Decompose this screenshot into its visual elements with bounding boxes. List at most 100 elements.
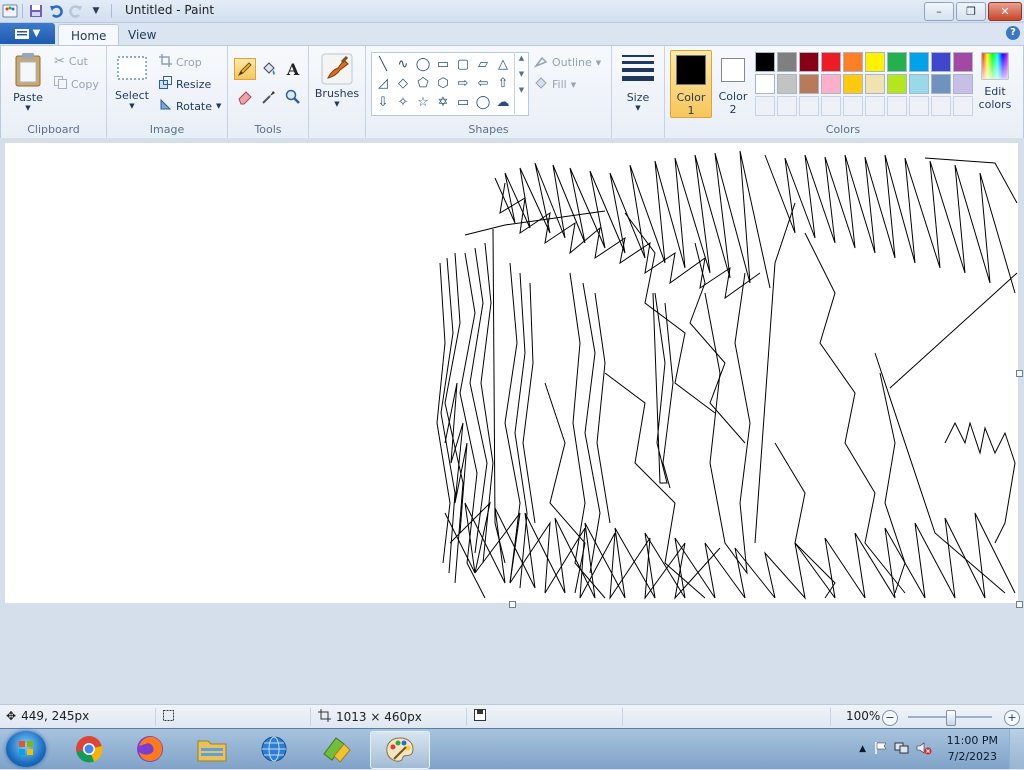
- palette-custom-swatch[interactable]: [887, 96, 907, 116]
- copy-button[interactable]: Copy: [54, 76, 99, 92]
- redo-icon[interactable]: [67, 2, 85, 20]
- zoom-in-button[interactable]: +: [1004, 710, 1020, 726]
- select-button[interactable]: Select ▼: [113, 54, 151, 110]
- palette-swatch[interactable]: [755, 74, 775, 94]
- scroll-up-icon[interactable]: ▲: [515, 54, 528, 62]
- volume-muted-icon[interactable]: [916, 741, 932, 758]
- action-center-flag-icon[interactable]: [874, 741, 888, 758]
- scroll-down-icon[interactable]: ▼: [515, 70, 528, 78]
- palette-swatch[interactable]: [931, 74, 951, 94]
- pencil-icon[interactable]: [234, 58, 256, 80]
- magnifier-icon[interactable]: [282, 86, 304, 108]
- palette-swatch[interactable]: [931, 52, 951, 72]
- text-icon[interactable]: A: [282, 58, 304, 80]
- zoom-out-button[interactable]: −: [882, 710, 898, 726]
- eraser-icon[interactable]: [234, 86, 256, 108]
- palette-swatch[interactable]: [887, 52, 907, 72]
- resize-handle-bottom[interactable]: [509, 601, 516, 608]
- palette-swatch[interactable]: [799, 74, 819, 94]
- rectangle-shape-icon[interactable]: ▭: [434, 55, 452, 73]
- palette-swatch[interactable]: [777, 74, 797, 94]
- palette-swatch[interactable]: [865, 52, 885, 72]
- palette-swatch[interactable]: [755, 52, 775, 72]
- brushes-button[interactable]: Brushes ▼: [313, 52, 361, 108]
- palette-custom-swatch[interactable]: [777, 96, 797, 116]
- resize-button[interactable]: Resize: [159, 76, 211, 92]
- color-picker-icon[interactable]: [258, 86, 280, 108]
- save-icon[interactable]: [27, 2, 45, 20]
- rounded-callout-shape-icon[interactable]: ▭: [454, 93, 472, 111]
- size-button[interactable]: Size ▼: [618, 52, 658, 112]
- show-desktop-button[interactable]: [1009, 729, 1024, 769]
- undo-icon[interactable]: [47, 2, 65, 20]
- show-hidden-icons-chevron-up-icon[interactable]: ▲: [859, 744, 866, 754]
- color2-button[interactable]: Color 2: [713, 50, 753, 116]
- triangle-shape-icon[interactable]: △: [494, 55, 512, 73]
- palette-custom-swatch[interactable]: [909, 96, 929, 116]
- palette-swatch[interactable]: [953, 52, 973, 72]
- cloud-callout-shape-icon[interactable]: ☁: [494, 93, 512, 111]
- palette-swatch[interactable]: [777, 52, 797, 72]
- pentagon-shape-icon[interactable]: ⬠: [414, 74, 432, 92]
- network-icon[interactable]: [894, 741, 910, 758]
- shapes-gallery-scroll[interactable]: ▲ ▼ ▼: [514, 52, 528, 114]
- palette-swatch[interactable]: [909, 52, 929, 72]
- palette-swatch[interactable]: [865, 74, 885, 94]
- palette-swatch[interactable]: [887, 74, 907, 94]
- resize-handle-corner[interactable]: [1016, 601, 1023, 608]
- taskbar-internet-explorer[interactable]: [247, 731, 301, 767]
- minimize-button[interactable]: –: [924, 2, 954, 21]
- diamond-shape-icon[interactable]: ◇: [394, 74, 412, 92]
- color1-button[interactable]: Color 1: [670, 50, 712, 118]
- palette-custom-swatch[interactable]: [799, 96, 819, 116]
- customize-toolbar-chevron-down-icon[interactable]: ▼: [87, 2, 105, 20]
- expand-gallery-icon[interactable]: ▼: [515, 86, 528, 94]
- palette-swatch[interactable]: [909, 74, 929, 94]
- paint-app-icon[interactable]: [2, 3, 18, 19]
- palette-custom-swatch[interactable]: [953, 96, 973, 116]
- close-button[interactable]: ✕: [988, 2, 1022, 21]
- palette-swatch[interactable]: [799, 52, 819, 72]
- paint-menu-button[interactable]: ▼: [0, 23, 55, 44]
- oval-callout-shape-icon[interactable]: ◯: [474, 93, 492, 111]
- rounded-rectangle-shape-icon[interactable]: ▢: [454, 55, 472, 73]
- start-button[interactable]: [6, 731, 46, 767]
- taskbar-paint[interactable]: [370, 731, 430, 769]
- outline-button[interactable]: Outline ▼: [533, 54, 601, 71]
- palette-swatch[interactable]: [843, 74, 863, 94]
- down-arrow-shape-icon[interactable]: ⇩: [374, 93, 392, 111]
- drawing-canvas[interactable]: [5, 143, 1018, 603]
- palette-swatch[interactable]: [953, 74, 973, 94]
- hexagon-shape-icon[interactable]: ⬡: [434, 74, 452, 92]
- four-point-star-shape-icon[interactable]: ✧: [394, 93, 412, 111]
- cut-button[interactable]: ✂ Cut: [54, 54, 88, 69]
- palette-custom-swatch[interactable]: [843, 96, 863, 116]
- edit-colors-button[interactable]: Edit colors: [975, 52, 1015, 111]
- resize-handle-right[interactable]: [1016, 370, 1023, 377]
- taskbar-file-explorer[interactable]: [185, 731, 239, 767]
- zoom-slider-thumb[interactable]: [946, 710, 956, 726]
- five-point-star-shape-icon[interactable]: ☆: [414, 93, 432, 111]
- up-arrow-shape-icon[interactable]: ⇧: [494, 74, 512, 92]
- taskbar-firefox[interactable]: [123, 731, 177, 767]
- line-shape-icon[interactable]: ╲: [374, 55, 392, 73]
- palette-swatch[interactable]: [843, 52, 863, 72]
- palette-custom-swatch[interactable]: [931, 96, 951, 116]
- taskbar-clock[interactable]: 11:00 PM 7/2/2023: [947, 733, 998, 765]
- right-arrow-shape-icon[interactable]: ⇨: [454, 74, 472, 92]
- right-triangle-shape-icon[interactable]: ◿: [374, 74, 392, 92]
- six-point-star-shape-icon[interactable]: ✡: [434, 93, 452, 111]
- fill-bucket-icon[interactable]: [258, 58, 280, 80]
- left-arrow-shape-icon[interactable]: ⇦: [474, 74, 492, 92]
- taskbar-chrome[interactable]: [62, 731, 116, 767]
- palette-swatch[interactable]: [821, 52, 841, 72]
- polygon-shape-icon[interactable]: ▱: [474, 55, 492, 73]
- tab-home[interactable]: Home: [58, 24, 120, 46]
- scribble-drawing[interactable]: [5, 143, 1018, 603]
- palette-custom-swatch[interactable]: [821, 96, 841, 116]
- paste-button[interactable]: Paste ▼: [7, 52, 49, 112]
- oval-shape-icon[interactable]: ◯: [414, 55, 432, 73]
- taskbar-app-green[interactable]: [309, 731, 363, 767]
- palette-custom-swatch[interactable]: [755, 96, 775, 116]
- help-icon[interactable]: ?: [1006, 26, 1020, 40]
